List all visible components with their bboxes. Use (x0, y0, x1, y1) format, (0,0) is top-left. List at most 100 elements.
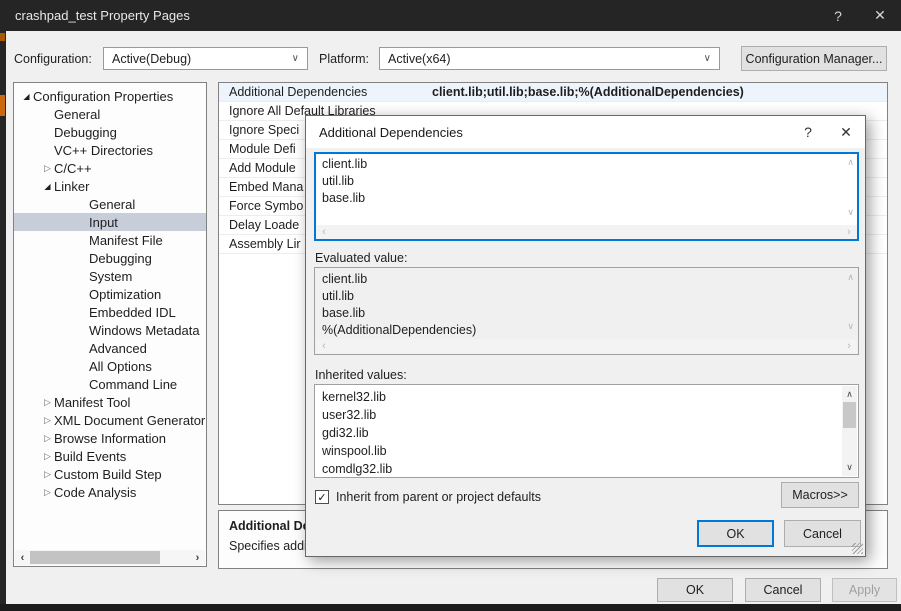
tree-item-label: Configuration Properties (33, 89, 173, 104)
tree-item-label: Code Analysis (54, 485, 136, 500)
ok-button[interactable]: OK (657, 578, 733, 602)
close-icon[interactable]: ✕ (859, 0, 901, 31)
tree-item-advanced[interactable]: Advanced (14, 339, 206, 357)
inherited-values-label: Inherited values: (315, 368, 407, 382)
evaluated-horizontal-scrollbar[interactable]: ‹ › (316, 339, 857, 353)
tree-item-general[interactable]: General (14, 105, 206, 123)
help-icon[interactable]: ? (817, 0, 859, 31)
tree-item-embedded-idl[interactable]: Embedded IDL (14, 303, 206, 321)
background-app-edge (0, 31, 6, 604)
collapse-icon[interactable]: ◢ (20, 92, 33, 101)
scroll-down-icon[interactable]: ∨ (847, 207, 854, 218)
tree-item-xml-document-generator[interactable]: ▷XML Document Generator (14, 411, 206, 429)
property-pages-window: crashpad_test Property Pages ? ✕ Configu… (0, 0, 901, 611)
scrollbar-thumb[interactable] (843, 402, 856, 428)
tree-item-label: Debugging (89, 251, 152, 266)
inherit-checkbox-row[interactable]: ✓ Inherit from parent or project default… (315, 490, 541, 504)
title-bar: crashpad_test Property Pages ? ✕ (0, 0, 901, 31)
tree-item-browse-information[interactable]: ▷Browse Information (14, 429, 206, 447)
expand-icon[interactable]: ▷ (41, 397, 54, 408)
inherited-vertical-scrollbar[interactable]: ∧ ∨ (842, 386, 857, 476)
expand-icon[interactable]: ▷ (41, 469, 54, 480)
tree-item-label: Build Events (54, 449, 126, 464)
tree-item-build-events[interactable]: ▷Build Events (14, 447, 206, 465)
tree-item-code-analysis[interactable]: ▷Code Analysis (14, 483, 206, 501)
modal-title: Additional Dependencies (306, 125, 463, 140)
tree-item-optimization[interactable]: Optimization (14, 285, 206, 303)
tree-item-manifest-tool[interactable]: ▷Manifest Tool (14, 393, 206, 411)
text-line: comdlg32.lib (322, 460, 838, 478)
close-icon[interactable]: ✕ (827, 116, 865, 148)
tree-item-label: Linker (54, 179, 89, 194)
tree-item-debugging[interactable]: Debugging (14, 123, 206, 141)
tree-item-label: Windows Metadata (89, 323, 200, 338)
help-icon[interactable]: ? (789, 116, 827, 148)
configuration-tree-pane: ◢Configuration PropertiesGeneralDebuggin… (13, 82, 207, 567)
resize-grip[interactable] (852, 543, 863, 554)
chevron-down-icon: ∨ (704, 53, 711, 64)
tree-item-label: Optimization (89, 287, 161, 302)
inherited-values-box[interactable]: kernel32.libuser32.libgdi32.libwinspool.… (314, 384, 859, 478)
tree-item-c-c[interactable]: ▷C/C++ (14, 159, 206, 177)
tree-item-label: Advanced (89, 341, 147, 356)
scroll-up-icon[interactable]: ∧ (842, 389, 857, 400)
platform-label: Platform: (319, 52, 369, 66)
text-line: base.lib (322, 305, 838, 322)
dependencies-edit-box[interactable]: client.libutil.libbase.lib ∧ ∨ ‹ › (314, 152, 859, 241)
configuration-dropdown[interactable]: Active(Debug) ∨ (103, 47, 308, 70)
cancel-button[interactable]: Cancel (745, 578, 821, 602)
window-title: crashpad_test Property Pages (0, 8, 190, 23)
scroll-up-icon[interactable]: ∧ (847, 272, 854, 283)
expand-icon[interactable]: ▷ (41, 163, 54, 174)
scroll-left-icon[interactable]: ‹ (316, 226, 332, 238)
chevron-down-icon: ∨ (292, 53, 299, 64)
tree-horizontal-scrollbar[interactable]: ‹ › (15, 550, 205, 565)
tree-item-linker[interactable]: ◢Linker (14, 177, 206, 195)
text-line: client.lib (322, 271, 838, 288)
evaluated-value-box[interactable]: client.libutil.libbase.lib%(AdditionalDe… (314, 267, 859, 355)
scroll-right-icon[interactable]: › (841, 340, 857, 352)
modal-ok-button[interactable]: OK (697, 520, 774, 547)
configuration-manager-button[interactable]: Configuration Manager... (741, 46, 887, 71)
expand-icon[interactable]: ▷ (41, 451, 54, 462)
tree-item-general[interactable]: General (14, 195, 206, 213)
scroll-down-icon[interactable]: ∨ (842, 462, 857, 473)
scroll-down-icon[interactable]: ∨ (847, 321, 854, 332)
collapse-icon[interactable]: ◢ (41, 182, 54, 191)
edit-horizontal-scrollbar[interactable]: ‹ › (316, 225, 857, 239)
tree-item-command-line[interactable]: Command Line (14, 375, 206, 393)
tree-item-label: C/C++ (54, 161, 92, 176)
tree-item-label: VC++ Directories (54, 143, 153, 158)
tree-item-windows-metadata[interactable]: Windows Metadata (14, 321, 206, 339)
configuration-dropdown-value: Active(Debug) (112, 52, 191, 66)
property-value[interactable]: client.lib;util.lib;base.lib;%(Additiona… (429, 85, 887, 99)
inherited-values-text: kernel32.libuser32.libgdi32.libwinspool.… (322, 388, 838, 478)
tree-item-label: Embedded IDL (89, 305, 176, 320)
scroll-left-icon[interactable]: ‹ (316, 340, 332, 352)
expand-icon[interactable]: ▷ (41, 487, 54, 498)
scroll-left-icon[interactable]: ‹ (15, 552, 30, 564)
inherit-checkbox[interactable]: ✓ (315, 490, 329, 504)
inherit-checkbox-label: Inherit from parent or project defaults (336, 490, 541, 504)
scroll-right-icon[interactable]: › (190, 552, 205, 564)
platform-dropdown[interactable]: Active(x64) ∨ (379, 47, 720, 70)
tree-item-debugging[interactable]: Debugging (14, 249, 206, 267)
tree-item-input[interactable]: Input (14, 213, 206, 231)
text-line: client.lib (322, 156, 838, 173)
tree-item-configuration-properties[interactable]: ◢Configuration Properties (14, 87, 206, 105)
expand-icon[interactable]: ▷ (41, 415, 54, 426)
text-line: util.lib (322, 173, 838, 190)
property-row-additional-dependencies[interactable]: Additional Dependenciesclient.lib;util.l… (219, 83, 887, 102)
text-line: winspool.lib (322, 442, 838, 460)
tree-item-custom-build-step[interactable]: ▷Custom Build Step (14, 465, 206, 483)
macros-button[interactable]: Macros>> (781, 482, 859, 508)
tree-item-all-options[interactable]: All Options (14, 357, 206, 375)
expand-icon[interactable]: ▷ (41, 433, 54, 444)
tree-item-manifest-file[interactable]: Manifest File (14, 231, 206, 249)
scroll-right-icon[interactable]: › (841, 226, 857, 238)
scroll-up-icon[interactable]: ∧ (847, 157, 854, 168)
tree-item-vc-directories[interactable]: VC++ Directories (14, 141, 206, 159)
scrollbar-thumb[interactable] (30, 551, 160, 564)
modal-cancel-button[interactable]: Cancel (784, 520, 861, 547)
tree-item-system[interactable]: System (14, 267, 206, 285)
